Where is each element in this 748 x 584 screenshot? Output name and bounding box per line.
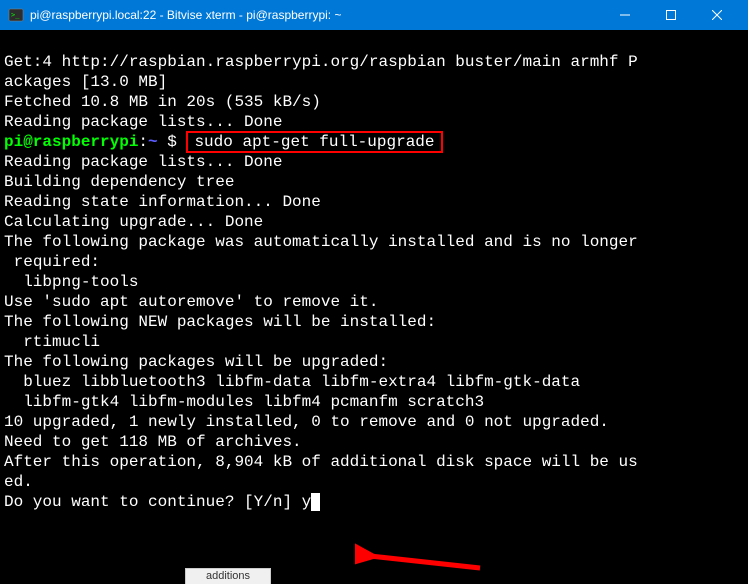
terminal-window: >_ pi@raspberrypi.local:22 - Bitvise xte… [0, 0, 748, 584]
terminal-output: rtimucli [4, 333, 100, 351]
terminal-output: ackages [13.0 MB] [4, 73, 167, 91]
terminal-output: After this operation, 8,904 kB of additi… [4, 453, 638, 471]
terminal-output: ed. [4, 473, 33, 491]
highlighted-command: sudo apt-get full-upgrade [186, 131, 442, 153]
user-input: y [302, 493, 312, 511]
terminal-output: Reading package lists... Done [4, 113, 282, 131]
terminal-output: The following packages will be upgraded: [4, 353, 388, 371]
arrow-annotation-icon [355, 540, 485, 576]
terminal-output: Need to get 118 MB of archives. [4, 433, 302, 451]
close-button[interactable] [694, 0, 740, 30]
terminal-output: required: [4, 253, 100, 271]
bottom-tab[interactable]: additions [185, 568, 271, 584]
app-icon: >_ [8, 7, 24, 23]
prompt-path: ~ [148, 133, 158, 151]
terminal-output: Reading package lists... Done [4, 153, 282, 171]
terminal-output: Do you want to continue? [Y/n] [4, 493, 302, 511]
terminal-output: 10 upgraded, 1 newly installed, 0 to rem… [4, 413, 609, 431]
terminal-output: Fetched 10.8 MB in 20s (535 kB/s) [4, 93, 321, 111]
svg-text:>_: >_ [11, 11, 20, 19]
window-title: pi@raspberrypi.local:22 - Bitvise xterm … [30, 8, 602, 22]
terminal-output: libfm-gtk4 libfm-modules libfm4 pcmanfm … [4, 393, 484, 411]
terminal-output: The following NEW packages will be insta… [4, 313, 436, 331]
minimize-button[interactable] [602, 0, 648, 30]
terminal-output: Get:4 http://raspbian.raspberrypi.org/ra… [4, 53, 638, 71]
terminal-output: Building dependency tree [4, 173, 234, 191]
maximize-button[interactable] [648, 0, 694, 30]
window-controls [602, 0, 740, 30]
terminal-output: Use 'sudo apt autoremove' to remove it. [4, 293, 378, 311]
terminal-output: bluez libbluetooth3 libfm-data libfm-ext… [4, 373, 580, 391]
prompt-user: pi@raspberrypi [4, 133, 138, 151]
titlebar[interactable]: >_ pi@raspberrypi.local:22 - Bitvise xte… [0, 0, 748, 30]
terminal-area[interactable]: Get:4 http://raspbian.raspberrypi.org/ra… [0, 30, 748, 584]
prompt-colon: : [138, 133, 148, 151]
prompt-dollar: $ [158, 133, 187, 151]
terminal-output: Reading state information... Done [4, 193, 321, 211]
terminal-output: The following package was automatically … [4, 233, 638, 251]
cursor [311, 493, 320, 511]
terminal-output: Calculating upgrade... Done [4, 213, 263, 231]
terminal-output: libpng-tools [4, 273, 138, 291]
